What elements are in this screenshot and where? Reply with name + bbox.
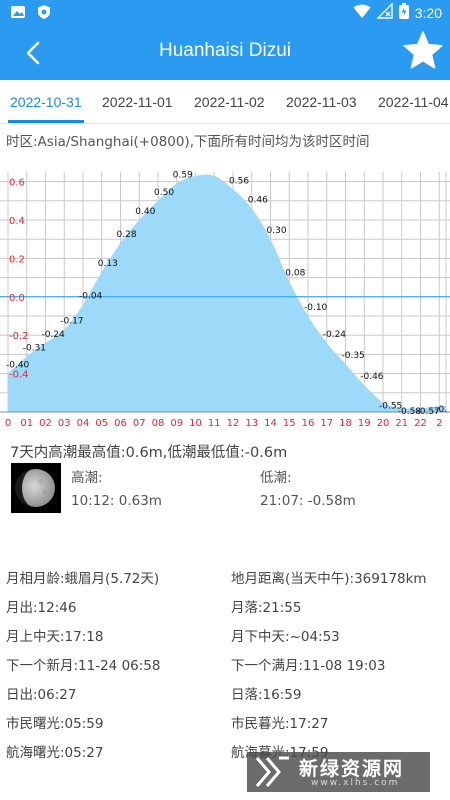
data-label: 0.46 — [248, 195, 268, 205]
tab-2022-11-02[interactable]: 2022-11-02 — [194, 94, 265, 110]
data-label: 0.56 — [229, 176, 249, 186]
y-tick-label: 0.2 — [9, 254, 25, 265]
app-bar: Huanhaisi Dizui — [0, 24, 450, 80]
watermark-logo-icon — [255, 756, 289, 787]
moon-lower-transit: 月下中天:~04:53 — [231, 629, 340, 645]
x-tick-label: 22 — [414, 418, 427, 429]
data-label: 0.59 — [173, 171, 193, 181]
wifi-icon — [353, 3, 371, 23]
status-bar: 3:20 — [0, 0, 450, 24]
x-tick-label: 04 — [77, 418, 90, 429]
y-tick-label: -0.4 — [9, 370, 29, 381]
y-tick-label: 0.6 — [9, 178, 25, 189]
y-tick-label: 0.4 — [9, 216, 25, 227]
x-tick-label: 01 — [20, 418, 33, 429]
tab-2022-10-31[interactable]: 2022-10-31 — [10, 94, 82, 110]
moon-upper-transit: 月上中天:17:18 — [6, 629, 104, 645]
x-tick-label: 16 — [302, 418, 315, 429]
x-tick-label: 17 — [320, 418, 333, 429]
watermark-text: 新绿资源网 — [299, 758, 405, 780]
x-tick-label: 12 — [227, 418, 240, 429]
data-label: 0.28 — [117, 230, 137, 240]
data-label: 0.50 — [154, 188, 174, 198]
star-icon — [403, 31, 443, 69]
sunset: 日落:16:59 — [231, 687, 302, 703]
gallery-icon — [10, 4, 26, 24]
x-tick-label: 07 — [133, 418, 146, 429]
data-label: 0.08 — [285, 268, 305, 278]
low-tide-value: 21:07: -0.58m — [260, 493, 356, 509]
status-time: 3:20 — [414, 5, 442, 21]
tide-summary: 7天内高潮最高值:0.6m,低潮最低值:-0.6m — [10, 445, 288, 461]
x-tick-label: 13 — [245, 418, 258, 429]
tab-2022-11-01[interactable]: 2022-11-01 — [102, 94, 173, 110]
battery-icon — [398, 3, 409, 23]
tide-chart-svg: 0.60.40.20.0-0.2-0.40 01 02 03 04 05 06 07 08 09 1… — [0, 171, 450, 429]
x-tick-label: 03 — [58, 418, 71, 429]
low-tide-label: 低潮: — [260, 470, 292, 486]
tab-indicator — [8, 120, 84, 123]
data-label: -0.46 — [360, 372, 384, 382]
page-title: Huanhaisi Dizui — [158, 40, 291, 61]
data-label: -0.24 — [42, 330, 66, 340]
x-tick-label: 21 — [395, 418, 408, 429]
shield-icon — [36, 4, 52, 24]
x-tick-label: 14 — [264, 418, 277, 429]
tide-chart: 0.6 0.4 0.2 0.0 -0.2 -0.4 0 01 02 03 04 05 06 07 08 09 1… — [0, 170, 450, 432]
next-full-moon: 下一个满月:11-08 19:03 — [231, 658, 386, 674]
x-tick-label: 20 — [377, 418, 390, 429]
high-tide-label: 高潮: — [71, 470, 103, 486]
next-new-moon: 下一个新月:11-24 06:58 — [6, 658, 161, 674]
civil-dawn: 市民曙光:05:59 — [6, 716, 104, 732]
data-label: -0.10 — [304, 303, 328, 313]
y-tick-label: -0.2 — [9, 331, 29, 342]
moonset: 月落:21:55 — [231, 600, 302, 616]
data-label: -0.24 — [323, 330, 347, 340]
x-tick-label: 06 — [114, 418, 127, 429]
tab-2022-11-04[interactable]: 2022-11-04 — [378, 94, 449, 110]
moonrise: 月出:12:46 — [6, 600, 77, 616]
data-label: -0. — [435, 405, 447, 415]
timezone-note: 时区:Asia/Shanghai(+0800),下面所有时间均为该时区时间 — [6, 134, 370, 150]
x-tick-label: 08 — [152, 418, 165, 429]
y-tick-label: 0.0 — [9, 293, 25, 304]
watermark: 新绿资源网 www.xlhs.com — [247, 752, 430, 792]
sunrise: 日出:06:27 — [6, 687, 77, 703]
civil-dusk: 市民暮光:17:27 — [231, 716, 329, 732]
x-tick-label: 2 — [436, 418, 442, 429]
moon-age: 月相月龄:蛾眉月(5.72天) — [6, 571, 160, 587]
nautical-dawn: 航海曙光:05:27 — [6, 745, 104, 761]
x-tick-label: 18 — [339, 418, 352, 429]
x-tick-label: 0 — [5, 418, 11, 429]
data-label: 0.13 — [98, 259, 118, 269]
x-tick-label: 10 — [189, 418, 202, 429]
x-tick-label: 02 — [39, 418, 52, 429]
moon-phase-image — [11, 463, 61, 513]
data-label: -0.31 — [23, 343, 46, 353]
signal-off-icon — [376, 2, 393, 23]
x-tick-label: 15 — [283, 418, 296, 429]
x-tick-label: 05 — [95, 418, 108, 429]
data-label: 0.30 — [267, 226, 287, 236]
data-label: 0.40 — [135, 207, 155, 217]
high-tide-value: 10:12: 0.63m — [71, 493, 162, 509]
data-label: -0.35 — [342, 351, 365, 361]
x-tick-label: 19 — [358, 418, 371, 429]
earth-moon-distance: 地月距离(当天中午):369178km — [231, 571, 427, 587]
favorite-button[interactable] — [402, 30, 444, 72]
tab-2022-11-03[interactable]: 2022-11-03 — [286, 94, 357, 110]
x-tick-label: 11 — [208, 418, 221, 429]
watermark-url: www.xlhs.com — [311, 778, 400, 788]
data-label: -0.04 — [79, 291, 103, 301]
data-label: -0.17 — [60, 316, 83, 326]
x-tick-label: 09 — [170, 418, 183, 429]
date-tabs: 2022-10-31 2022-11-01 2022-11-02 2022-11… — [0, 80, 450, 124]
data-label: -0.40 — [6, 361, 30, 371]
